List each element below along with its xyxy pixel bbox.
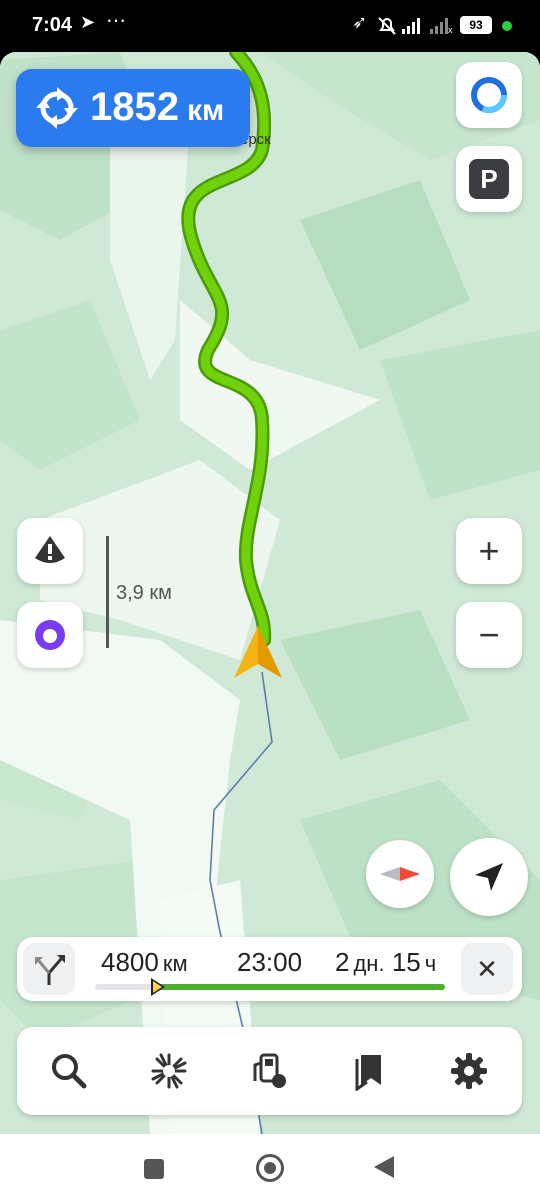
route-progress-bar bbox=[95, 978, 445, 996]
remaining-distance-unit: км bbox=[162, 951, 188, 976]
home-button[interactable] bbox=[256, 1154, 284, 1182]
parking-button[interactable]: P bbox=[456, 146, 522, 212]
route-overview-icon bbox=[151, 1053, 187, 1089]
parking-icon: P bbox=[469, 159, 509, 199]
remaining-distance-value: 4800 bbox=[101, 947, 159, 977]
telegram-icon: ➤ bbox=[80, 12, 96, 32]
maneuver-distance-unit: км bbox=[186, 94, 225, 127]
location-arrow-icon: ➶ bbox=[352, 12, 368, 32]
system-nav-bar bbox=[0, 1134, 540, 1200]
fuel-station-icon bbox=[253, 1053, 286, 1088]
map-scale-label: 3,9 км bbox=[116, 582, 172, 604]
privacy-dot bbox=[502, 21, 512, 31]
bottom-toolbar bbox=[17, 1027, 522, 1115]
maneuver-distance: 1852 км bbox=[90, 85, 224, 130]
duration-hours: 15 bbox=[391, 947, 421, 977]
compass-icon bbox=[380, 867, 420, 881]
navigation-arrow-icon bbox=[475, 863, 503, 891]
more-icon: ⋯ bbox=[106, 10, 126, 32]
route-progress-fill bbox=[155, 984, 445, 990]
settings-icon bbox=[451, 1053, 487, 1089]
compass-button[interactable] bbox=[366, 840, 434, 908]
duration-days: 2 bbox=[335, 947, 350, 977]
arrival-time: 23:00 bbox=[237, 947, 303, 977]
duration-days-unit: дн. bbox=[353, 951, 385, 976]
route-info-bar[interactable]: 4800 км 23:00 2 дн. 15 ч ✕ bbox=[17, 937, 522, 1001]
roundabout-icon bbox=[36, 87, 78, 129]
recent-apps-button[interactable] bbox=[144, 1159, 164, 1179]
maneuver-distance-value: 1852 bbox=[90, 85, 179, 129]
close-route-button[interactable]: ✕ bbox=[461, 943, 513, 995]
clock: 7:04 bbox=[32, 14, 73, 36]
minus-icon: − bbox=[478, 614, 500, 655]
next-maneuver-badge[interactable]: 1852 км bbox=[16, 69, 250, 147]
close-icon: ✕ bbox=[476, 953, 498, 984]
search-button[interactable] bbox=[41, 1043, 97, 1099]
settings-button[interactable] bbox=[441, 1043, 497, 1099]
mute-icon bbox=[378, 17, 396, 35]
signal-icon bbox=[402, 18, 420, 34]
route-progress-marker bbox=[151, 978, 165, 996]
fork-route-icon bbox=[35, 955, 65, 985]
battery-indicator: 93 bbox=[460, 16, 492, 34]
alice-voice-icon bbox=[35, 620, 65, 650]
bookmarks-button[interactable] bbox=[341, 1043, 397, 1099]
alice-button[interactable] bbox=[456, 62, 522, 128]
search-icon bbox=[52, 1054, 87, 1089]
bookmarks-icon bbox=[355, 1055, 381, 1091]
route-overview-button[interactable] bbox=[141, 1043, 197, 1099]
road-alert-icon bbox=[35, 536, 65, 563]
status-bar: 7:04 ➤ ⋯ ➶ x 93 bbox=[0, 0, 540, 52]
duration-hours-unit: ч bbox=[424, 951, 437, 976]
map-scale-bar bbox=[106, 536, 109, 648]
zoom-out-button[interactable]: − bbox=[456, 602, 522, 668]
voice-assistant-button[interactable] bbox=[17, 602, 83, 668]
zoom-in-button[interactable]: + bbox=[456, 518, 522, 584]
svg-text:x: x bbox=[448, 25, 453, 34]
remaining-duration: 2 дн. 15 ч bbox=[335, 947, 436, 978]
my-location-button[interactable] bbox=[450, 838, 528, 916]
plus-icon: + bbox=[478, 530, 500, 571]
fuel-station-button[interactable] bbox=[241, 1043, 297, 1099]
signal-x-icon: x bbox=[430, 18, 453, 34]
alternative-route-button[interactable] bbox=[23, 943, 75, 995]
road-alert-button[interactable] bbox=[17, 518, 83, 584]
back-button[interactable] bbox=[374, 1156, 394, 1178]
alice-ring-icon bbox=[471, 77, 507, 113]
remaining-distance: 4800 км bbox=[101, 947, 188, 978]
